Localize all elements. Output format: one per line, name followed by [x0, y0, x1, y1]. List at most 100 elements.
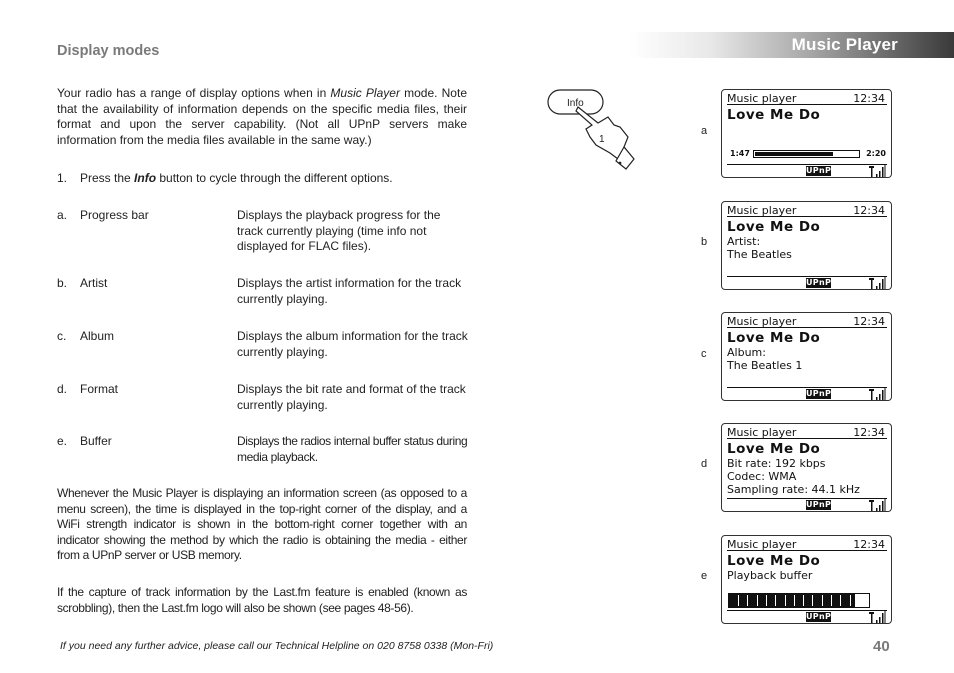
mode-description: Displays the artist information for the …	[237, 276, 462, 306]
elapsed-time: 1:47	[730, 149, 750, 158]
step-text-b: button to cycle through the different op…	[156, 171, 393, 185]
buffer-segment-divider	[775, 595, 777, 606]
lcd-track-title: Love Me Do	[727, 330, 821, 346]
lcd-info-label: Album:	[727, 346, 766, 359]
lcd-track-title: Love Me Do	[727, 553, 821, 569]
lcd-header: Music player 12:34	[727, 92, 887, 105]
buffer-segment-divider	[756, 595, 758, 606]
screen-label-b: b	[701, 236, 708, 248]
screen-label-c: c	[701, 348, 707, 360]
upnp-source-icon: UPnP	[806, 389, 832, 399]
lcd-divider	[727, 276, 887, 277]
lcd-sampling-rate: Sampling rate: 44.1 kHz	[727, 483, 860, 496]
buffer-segment-divider	[803, 595, 805, 606]
mode-letter: c.	[57, 329, 67, 343]
section-header-bar: Music Player	[630, 32, 954, 58]
mode-name: Progress bar	[80, 208, 149, 222]
buffer-segment-divider	[831, 595, 832, 606]
lcd-clock: 12:34	[853, 538, 885, 551]
upnp-source-icon: UPnP	[806, 278, 832, 288]
wifi-signal-icon	[869, 165, 886, 177]
buffer-segment-divider	[765, 595, 767, 606]
upnp-source-icon: UPnP	[806, 500, 832, 510]
lcd-track-title: Love Me Do	[727, 107, 821, 123]
press-count-label: 1	[599, 134, 605, 145]
lcd-codec: Codec: WMA	[727, 470, 797, 483]
progress-bar-fill	[755, 152, 833, 156]
mode-letter: d.	[57, 382, 68, 396]
lcd-clock: 12:34	[853, 426, 885, 439]
wifi-signal-icon	[869, 611, 886, 623]
buffer-segment-divider	[747, 595, 749, 606]
intro-italic: Music Player	[330, 86, 400, 100]
mode-description: Displays the radios internal buffer stat…	[237, 434, 468, 464]
lcd-header: Music player 12:34	[727, 204, 887, 217]
page-number: 40	[873, 638, 890, 655]
lcd-info-value: The Beatles	[727, 248, 792, 261]
mode-letter: e.	[57, 434, 68, 448]
step-text-a: Press the	[80, 171, 135, 185]
section-title: Display modes	[57, 43, 160, 59]
buffer-segment-divider	[812, 595, 814, 606]
mode-name: Album	[80, 329, 115, 343]
lcd-screen-artist: Music player 12:34 Love Me Do Artist: The…	[721, 201, 892, 290]
lcd-clock: 12:34	[853, 92, 885, 105]
lcd-header: Music player 12:34	[727, 315, 887, 328]
lcd-header: Music player 12:34	[727, 538, 887, 551]
lcd-screen-progress: Music player 12:34 Love Me Do 1:47 2:20 U…	[721, 89, 892, 178]
lcd-bitrate: Bit rate: 192 kbps	[727, 457, 826, 470]
lcd-mode-label: Music player	[727, 538, 797, 551]
buffer-segment-divider	[840, 595, 842, 606]
lcd-mode-label: Music player	[727, 92, 797, 105]
lcd-clock: 12:34	[853, 315, 885, 328]
upnp-source-icon: UPnP	[806, 612, 832, 622]
lcd-info-value: The Beatles 1	[727, 359, 803, 372]
intro-paragraph: Your radio has a range of display option…	[57, 86, 467, 148]
wifi-signal-icon	[869, 388, 886, 400]
header-title: Music Player	[791, 35, 898, 54]
screen-label-a: a	[701, 125, 708, 137]
screen-label-e: e	[701, 570, 708, 582]
lastfm-paragraph: If the capture of track information by t…	[57, 585, 467, 615]
lcd-track-title: Love Me Do	[727, 219, 821, 235]
buffer-segment-divider	[738, 595, 739, 606]
lcd-mode-label: Music player	[727, 426, 797, 439]
lcd-divider	[727, 164, 887, 165]
lcd-progress-row: 1:47 2:20	[730, 148, 886, 160]
buffer-bar	[728, 593, 870, 608]
lcd-screen-buffer: Music player 12:34 Love Me Do Playback bu…	[721, 535, 892, 624]
mode-letter: b.	[57, 276, 68, 290]
lcd-divider	[727, 610, 887, 611]
buffer-segment-divider	[849, 595, 851, 606]
mode-name: Format	[80, 382, 119, 396]
mode-description: Displays the playback progress for the t…	[237, 208, 441, 254]
cuff-button-icon	[618, 161, 622, 165]
lcd-mode-label: Music player	[727, 315, 797, 328]
mode-description: Displays the bit rate and format of the …	[237, 382, 466, 412]
lcd-header: Music player 12:34	[727, 426, 887, 439]
lcd-divider	[727, 387, 887, 388]
lcd-screen-album: Music player 12:34 Love Me Do Album: The …	[721, 312, 892, 401]
step-number: 1.	[57, 171, 68, 185]
info-keyword: Info	[134, 171, 157, 185]
step-1: 1. Press the Info button to cycle through…	[57, 171, 393, 185]
intro-text-a: Your radio has a range of display option…	[57, 86, 331, 100]
lcd-info-label: Artist:	[727, 235, 761, 248]
buffer-segment-divider	[821, 595, 823, 606]
wifi-signal-icon	[869, 499, 886, 511]
buffer-segment-divider	[784, 595, 786, 606]
screen-label-d: d	[701, 458, 708, 470]
info-screen-paragraph: Whenever the Music Player is displaying …	[57, 486, 467, 563]
upnp-source-icon: UPnP	[806, 166, 832, 176]
buffer-segment-divider	[793, 595, 795, 606]
lcd-mode-label: Music player	[727, 204, 797, 217]
lcd-divider	[727, 498, 887, 499]
mode-letter: a.	[57, 208, 68, 222]
mode-description: Displays the album information for the t…	[237, 329, 468, 359]
info-button-label: Info	[567, 98, 584, 109]
lcd-buffer-label: Playback buffer	[727, 569, 813, 582]
mode-name: Artist	[80, 276, 108, 290]
info-button-press-illustration: Info 1	[547, 89, 635, 170]
wifi-signal-icon	[869, 277, 886, 289]
lcd-clock: 12:34	[853, 204, 885, 217]
